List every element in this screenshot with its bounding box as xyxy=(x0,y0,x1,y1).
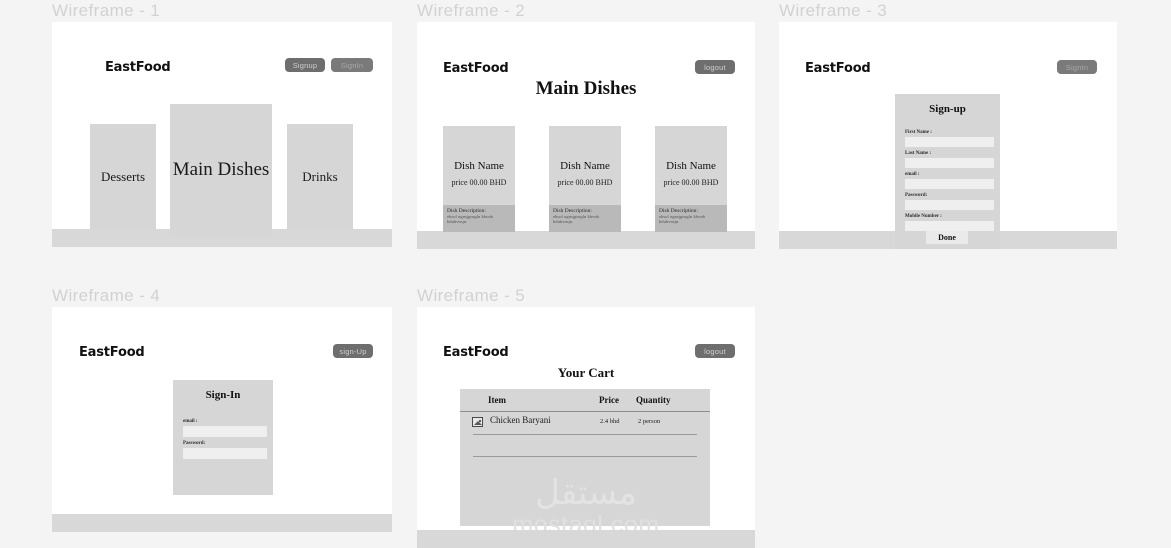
wireframe-5-footer xyxy=(417,530,755,548)
brand-logo: EastFood xyxy=(79,345,145,360)
wireframe-5: Wireframe - 5 EastFood logout Your Cart … xyxy=(417,285,755,548)
row-divider xyxy=(473,434,697,435)
cell-price: 2.4 bhd xyxy=(600,418,620,425)
last-name-field[interactable] xyxy=(905,158,994,168)
wireframe-3-card: EastFood SignIn Sign-up First Name : Las… xyxy=(779,22,1117,249)
form-title: Sign-In xyxy=(205,389,241,401)
dish-name: Dish Name xyxy=(560,160,610,172)
mobile-number-label: Mobile Number : xyxy=(905,214,942,219)
dish-name: Dish Name xyxy=(666,160,716,172)
wireframe-2-title: Wireframe - 2 xyxy=(417,1,526,20)
column-quantity: Quantity xyxy=(636,395,671,405)
email-label: email : xyxy=(905,172,920,177)
signup-button[interactable]: Signup xyxy=(285,58,325,72)
dish-description: Dish Description: ehsof ngnsjgnsgln kbvn… xyxy=(443,205,515,232)
cell-quantity: 2 person xyxy=(638,418,661,425)
last-name-label: Last Name : xyxy=(905,151,932,156)
password-field[interactable] xyxy=(905,200,994,210)
brand-logo: EastFood xyxy=(443,345,509,360)
brand-logo: EastFood xyxy=(805,61,871,76)
wireframe-board: Wireframe - 1 EastFood Signup SignIn Des… xyxy=(0,0,1171,548)
dish-description: Dish Description: ehsof ngnsjgnsgln kbvn… xyxy=(655,205,727,232)
password-label: Password: xyxy=(183,441,206,446)
wireframe-3-title: Wireframe - 3 xyxy=(779,1,888,20)
done-button[interactable]: Done xyxy=(926,231,968,244)
dish-description-body: ehsof ngnsjgnsgln kbvnb bduhvnsjn. xyxy=(553,214,599,225)
first-name-label: First Name : xyxy=(905,130,932,135)
wireframe-4-footer xyxy=(52,514,392,532)
form-title: Sign-up xyxy=(929,103,966,115)
wireframe-1-title: Wireframe - 1 xyxy=(52,1,161,20)
email-label: email : xyxy=(183,419,198,424)
dish-card[interactable]: Dish Name price 00.00 BHD Dish Descripti… xyxy=(443,126,515,232)
logout-button[interactable]: logout xyxy=(695,344,735,358)
wireframe-2: Wireframe - 2 EastFood logout Main Dishe… xyxy=(417,0,755,249)
dish-name: Dish Name xyxy=(454,160,504,172)
dish-card[interactable]: Dish Name price 00.00 BHD Dish Descripti… xyxy=(655,126,727,232)
cart-table-header: Item Price Quantity xyxy=(460,389,710,412)
email-field[interactable] xyxy=(905,179,994,189)
category-desserts-label: Desserts xyxy=(100,168,146,184)
password-field[interactable] xyxy=(183,448,267,459)
signin-button[interactable]: SignIn xyxy=(331,58,373,72)
email-field[interactable] xyxy=(183,426,267,437)
page-heading: Main Dishes xyxy=(535,78,637,99)
cart-panel: Item Price Quantity Chicken Baryani 2.4 … xyxy=(460,389,710,526)
wireframe-4-card: EastFood sign-Up Sign-In email : Passwor… xyxy=(52,307,392,514)
wireframe-2-card: EastFood logout Main Dishes Dish Name pr… xyxy=(417,22,755,232)
signup-form-panel: Sign-up First Name : Last Name : email :… xyxy=(895,94,1000,249)
signup-button[interactable]: sign-Up xyxy=(333,344,373,358)
wireframe-5-title: Wireframe - 5 xyxy=(417,286,526,305)
wireframe-2-footer xyxy=(417,231,755,249)
column-item: Item xyxy=(488,395,506,405)
wireframe-3: Wireframe - 3 EastFood SignIn Sign-up Fi… xyxy=(779,0,1117,249)
category-drinks-label: Drinks xyxy=(302,168,338,184)
dish-price: price 00.00 BHD xyxy=(451,178,507,187)
dish-price: price 00.00 BHD xyxy=(557,178,613,187)
mobile-number-field[interactable] xyxy=(905,221,994,231)
brand-logo: EastFood xyxy=(443,61,509,76)
page-heading: Your Cart xyxy=(557,365,615,380)
cell-item: Chicken Baryani xyxy=(490,415,551,425)
wireframe-1-card: EastFood Signup SignIn Desserts Main Dis… xyxy=(52,22,392,236)
signin-form-panel: Sign-In email : Password: xyxy=(173,380,273,495)
category-desserts[interactable]: Desserts xyxy=(90,124,156,229)
dish-price: price 00.00 BHD xyxy=(663,178,719,187)
signin-button[interactable]: SignIn xyxy=(1057,60,1097,74)
logout-button[interactable]: logout xyxy=(695,60,735,74)
image-placeholder-icon xyxy=(472,417,483,427)
category-drinks[interactable]: Drinks xyxy=(287,124,353,229)
dish-description: Dish Description: ehsof ngnsjgnsgln kbvn… xyxy=(549,205,621,232)
column-price: Price xyxy=(599,395,619,405)
category-main-dishes-label: Main Dishes xyxy=(172,159,270,180)
row-divider xyxy=(473,456,697,457)
dish-description-body: ehsof ngnsjgnsgln kbvnb bduhvnsjn. xyxy=(447,214,493,225)
first-name-field[interactable] xyxy=(905,137,994,147)
wireframe-1: Wireframe - 1 EastFood Signup SignIn Des… xyxy=(52,0,392,247)
category-main-dishes[interactable]: Main Dishes xyxy=(170,104,272,236)
brand-logo: EastFood xyxy=(105,60,171,75)
password-label: Password: xyxy=(905,193,928,198)
dish-card[interactable]: Dish Name price 00.00 BHD Dish Descripti… xyxy=(549,126,621,232)
wireframe-4: Wireframe - 4 EastFood sign-Up Sign-In e… xyxy=(52,285,392,532)
dish-description-body: ehsof ngnsjgnsgln kbvnb bduhvnsjn. xyxy=(659,214,705,225)
wireframe-4-title: Wireframe - 4 xyxy=(52,286,161,305)
wireframe-5-card: EastFood logout Your Cart Item Price Qua… xyxy=(417,307,755,530)
